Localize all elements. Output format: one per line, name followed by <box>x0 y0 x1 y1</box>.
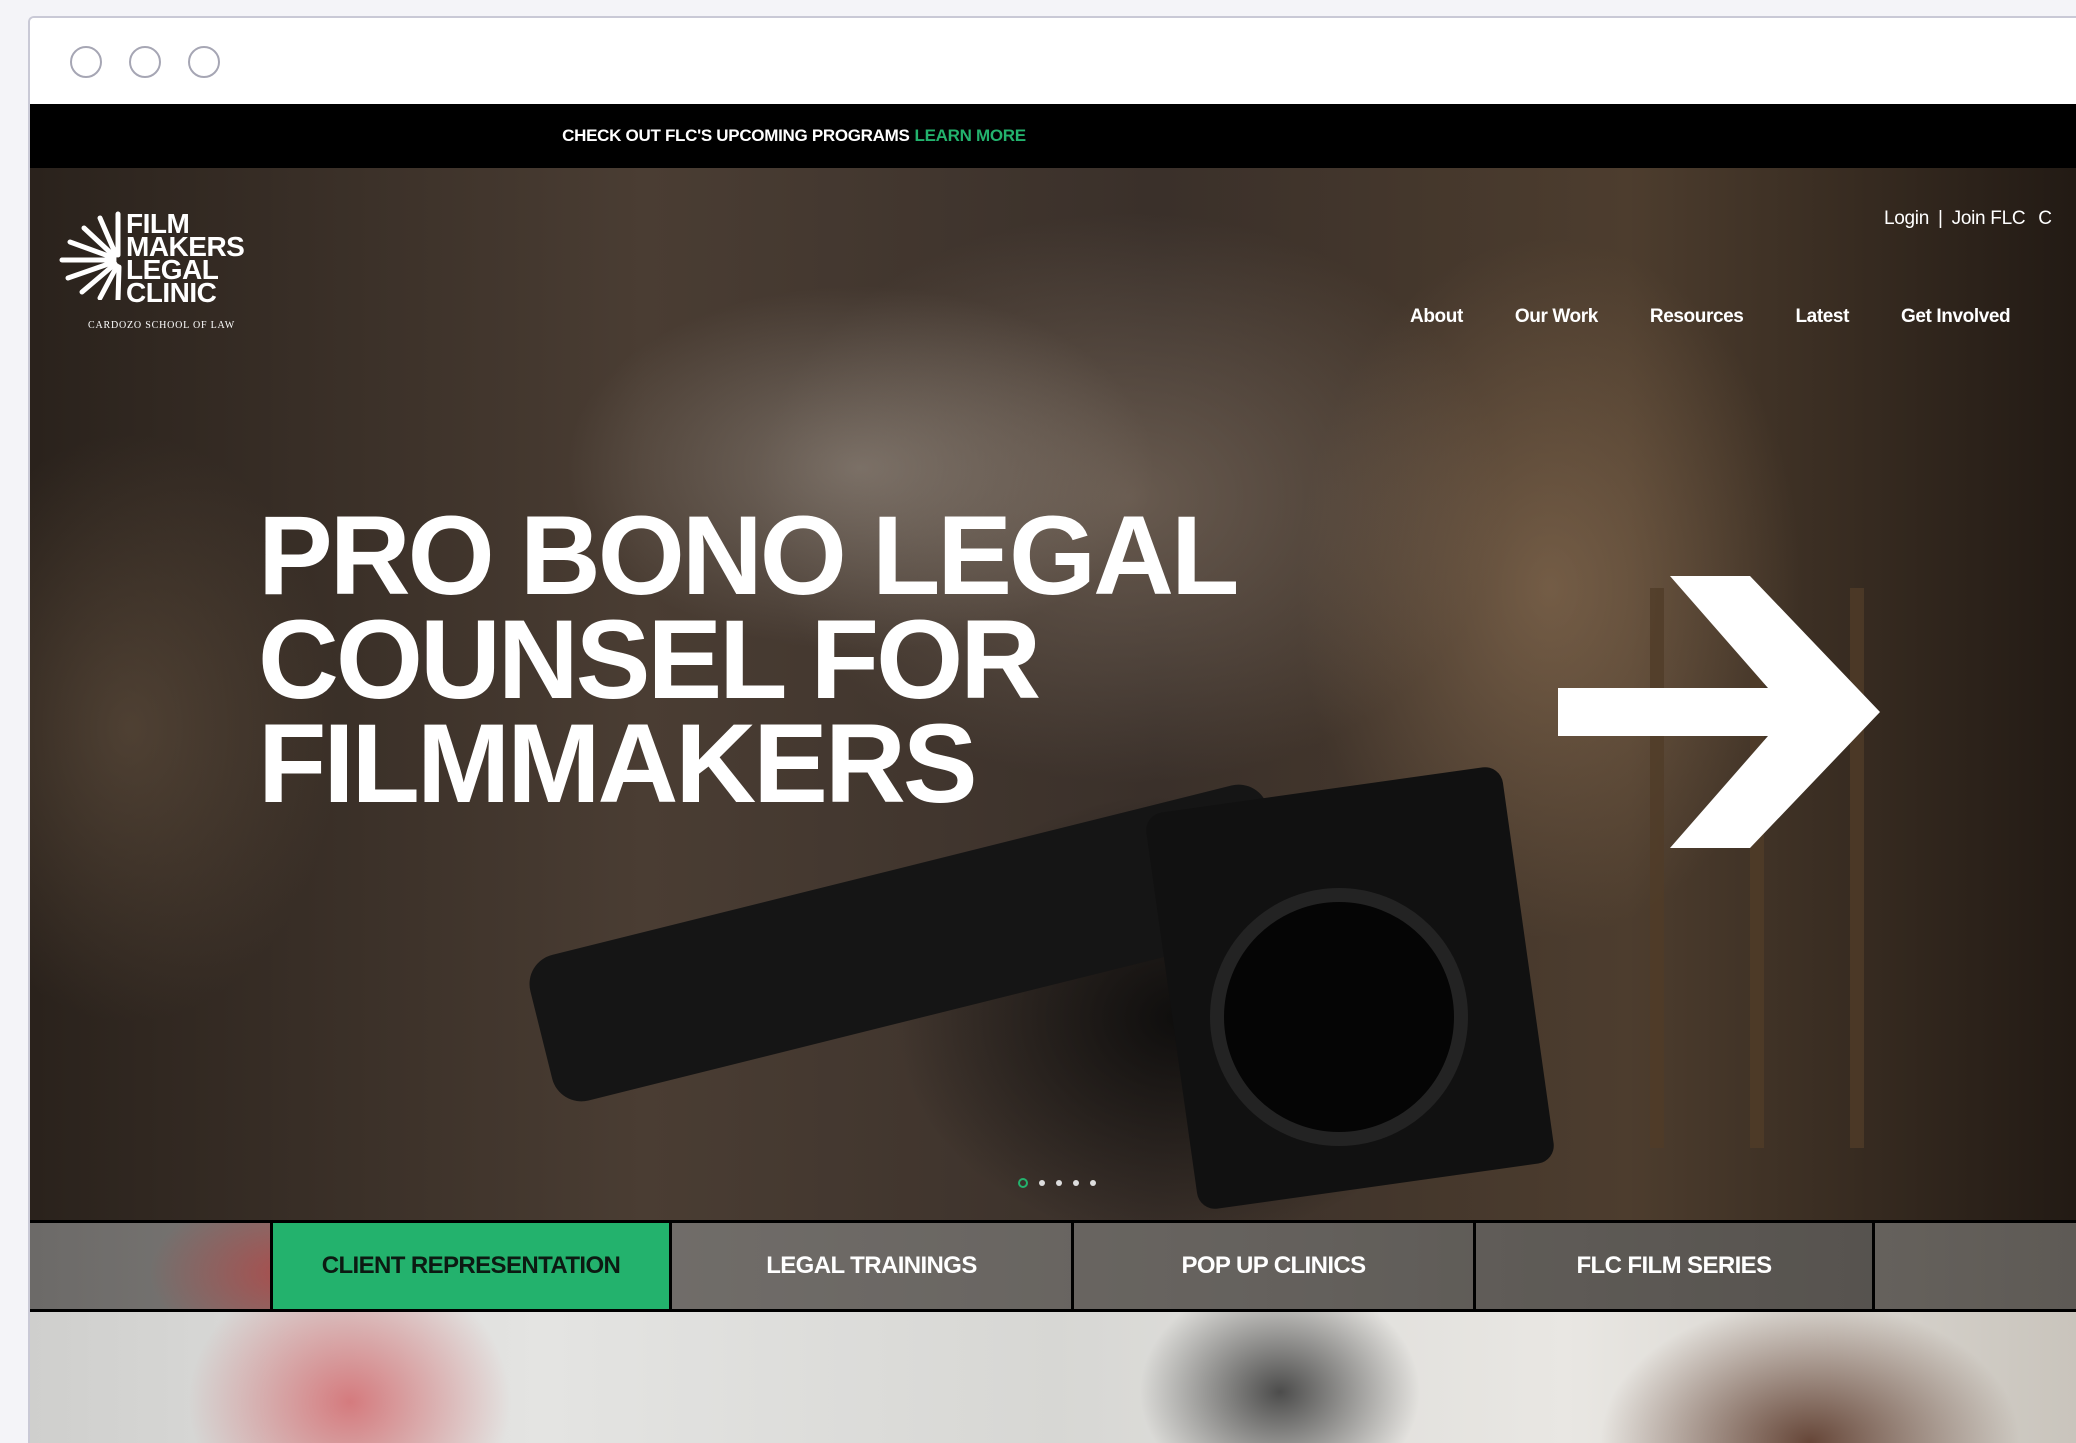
arrow-right-icon[interactable] <box>1558 576 1880 848</box>
login-link[interactable]: Login <box>1884 208 1929 229</box>
hero-camera-lens <box>1210 888 1468 1146</box>
window-minimize-icon[interactable] <box>129 46 161 78</box>
logo-wordmark: FILM MAKERS LEGAL CLINIC <box>126 208 245 308</box>
logo-burst-icon <box>59 211 122 300</box>
carousel-dot[interactable] <box>1073 1180 1079 1186</box>
tab-legal-trainings[interactable]: LEGAL TRAININGS <box>669 1223 1071 1309</box>
hero-headline: PRO BONO LEGAL COUNSEL FOR FILMMAKERS <box>258 493 1239 826</box>
nav-item-our-work[interactable]: Our Work <box>1515 306 1598 328</box>
learn-more-link[interactable]: LEARN MORE <box>915 126 1027 145</box>
site-logo[interactable]: FILM MAKERS LEGAL CLINIC CARDOZO SCHOOL … <box>48 210 278 350</box>
carousel-dot[interactable] <box>1056 1180 1062 1186</box>
window-maximize-icon[interactable] <box>188 46 220 78</box>
carousel-dot[interactable] <box>1090 1180 1096 1186</box>
featured-image <box>30 1312 2076 1443</box>
nav-item-resources[interactable]: Resources <box>1650 306 1744 328</box>
carousel-indicators <box>1018 1178 1096 1188</box>
website: CHECK OUT FLC'S UPCOMING PROGRAMS LEARN M… <box>30 104 2076 1443</box>
nav-item-about[interactable]: About <box>1410 306 1463 328</box>
nav-item-latest[interactable]: Latest <box>1795 306 1849 328</box>
announcement-bar: CHECK OUT FLC'S UPCOMING PROGRAMS LEARN M… <box>30 104 2076 168</box>
main-nav: About Our Work Resources Latest Get Invo… <box>1410 306 2011 328</box>
carousel-dot-active[interactable] <box>1018 1178 1028 1188</box>
window-titlebar <box>30 18 2076 104</box>
hero-section: FILM MAKERS LEGAL CLINIC CARDOZO SCHOOL … <box>30 168 2076 1220</box>
browser-window: CHECK OUT FLC'S UPCOMING PROGRAMS LEARN M… <box>28 16 2076 1443</box>
utility-separator: | <box>1938 208 1943 229</box>
announcement-text: CHECK OUT FLC'S UPCOMING PROGRAMS <box>562 126 910 145</box>
logo-subtitle: CARDOZO SCHOOL OF LAW <box>88 320 236 331</box>
join-flc-link[interactable]: Join FLC <box>1952 208 2026 229</box>
tab-pop-up-clinics[interactable]: POP UP CLINICS <box>1071 1223 1473 1309</box>
window-close-icon[interactable] <box>70 46 102 78</box>
tab-flc-film-series[interactable]: FLC FILM SERIES <box>1473 1223 1875 1309</box>
carousel-dot[interactable] <box>1039 1180 1045 1186</box>
program-tabs: CLIENT REPRESENTATION LEGAL TRAININGS PO… <box>30 1220 2076 1312</box>
utility-nav: Login | Join FLC C <box>1884 208 2052 230</box>
tab-client-representation[interactable]: CLIENT REPRESENTATION <box>270 1223 669 1309</box>
utility-nav-cutoff-item[interactable]: C <box>2038 208 2052 229</box>
nav-item-get-involved[interactable]: Get Involved <box>1901 306 2011 328</box>
